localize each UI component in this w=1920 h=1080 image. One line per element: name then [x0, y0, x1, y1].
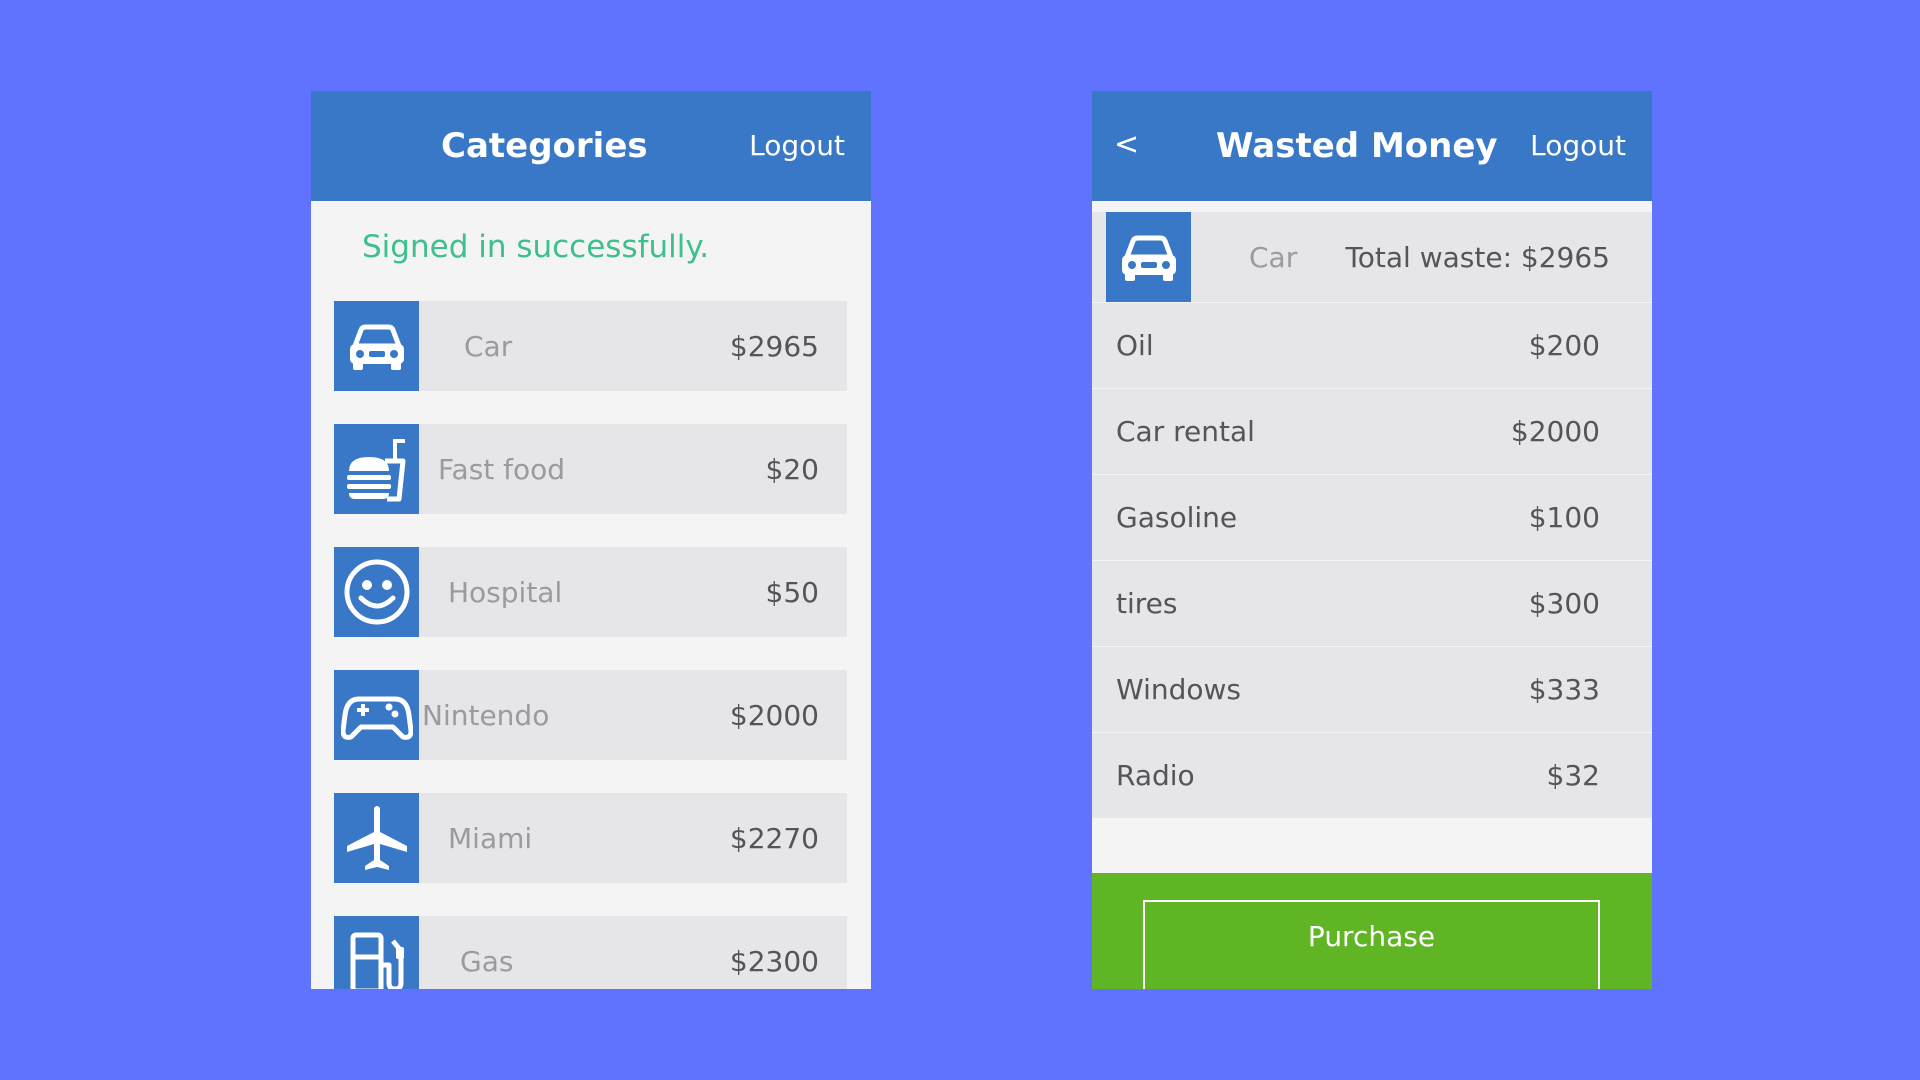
category-name: Gas [460, 944, 514, 978]
category-list: Car $2965 Fast food $20 Hospital $50 Nin… [334, 301, 847, 989]
car-icon [334, 301, 419, 391]
category-name: Hospital [448, 575, 563, 609]
expense-amount: $2000 [1510, 415, 1600, 448]
expense-row[interactable]: Windows $333 [1092, 646, 1652, 732]
expense-row[interactable]: Gasoline $100 [1092, 474, 1652, 560]
categories-header: Categories Logout [311, 91, 871, 201]
expense-list: Oil $200 Car rental $2000 Gasoline $100 … [1092, 302, 1652, 818]
category-name: Nintendo [422, 698, 550, 732]
expense-amount: $200 [1528, 329, 1600, 362]
expense-amount: $333 [1528, 673, 1600, 706]
category-item-hospital[interactable]: Hospital $50 [334, 547, 847, 637]
page-title: Categories [441, 126, 648, 166]
category-name: Fast food [438, 452, 566, 486]
summary-category-name: Car [1249, 240, 1298, 274]
success-flash-message: Signed in successfully. [362, 229, 710, 265]
airplane-icon [334, 793, 419, 883]
category-name: Miami [448, 821, 533, 855]
expense-amount: $300 [1528, 587, 1600, 620]
fast-food-icon [334, 424, 419, 514]
category-item-gas[interactable]: Gas $2300 [334, 916, 847, 989]
expense-name: Gasoline [1116, 501, 1238, 534]
purchase-button[interactable]: Purchase [1143, 900, 1600, 989]
expense-amount: $100 [1528, 501, 1600, 534]
categories-screen: Categories Logout Signed in successfully… [311, 91, 871, 989]
wasted-money-header: < Wasted Money Logout [1092, 91, 1652, 201]
expense-row[interactable]: Radio $32 [1092, 732, 1652, 818]
expense-name: Car rental [1116, 415, 1255, 448]
expense-row[interactable]: tires $300 [1092, 560, 1652, 646]
expense-row[interactable]: Car rental $2000 [1092, 388, 1652, 474]
gamepad-icon [334, 670, 419, 760]
page-title: Wasted Money [1216, 126, 1498, 166]
expense-name: Oil [1116, 329, 1154, 362]
category-item-miami[interactable]: Miami $2270 [334, 793, 847, 883]
logout-button[interactable]: Logout [749, 91, 845, 201]
category-item-nintendo[interactable]: Nintendo $2000 [334, 670, 847, 760]
purchase-bar: Purchase [1092, 873, 1652, 989]
wasted-money-screen: < Wasted Money Logout Car Total waste: $… [1092, 91, 1652, 989]
smiley-icon [334, 547, 419, 637]
expense-name: Windows [1116, 673, 1241, 706]
category-summary: Car Total waste: $2965 [1092, 212, 1652, 302]
expense-row[interactable]: Oil $200 [1092, 302, 1652, 388]
expense-amount: $32 [1546, 759, 1600, 792]
gas-pump-icon [334, 916, 419, 989]
category-amount: $2965 [729, 329, 819, 363]
category-amount: $2000 [729, 698, 819, 732]
category-amount: $50 [765, 575, 819, 609]
logout-button[interactable]: Logout [1530, 91, 1626, 201]
expense-name: Radio [1116, 759, 1195, 792]
back-button[interactable]: < [1114, 91, 1139, 201]
category-item-fast-food[interactable]: Fast food $20 [334, 424, 847, 514]
category-amount: $20 [765, 452, 819, 486]
category-amount: $2300 [729, 944, 819, 978]
category-amount: $2270 [729, 821, 819, 855]
car-icon [1106, 212, 1191, 302]
category-name: Car [464, 329, 513, 363]
category-item-car[interactable]: Car $2965 [334, 301, 847, 391]
expense-name: tires [1116, 587, 1178, 620]
summary-total-waste: Total waste: $2965 [1345, 240, 1610, 274]
